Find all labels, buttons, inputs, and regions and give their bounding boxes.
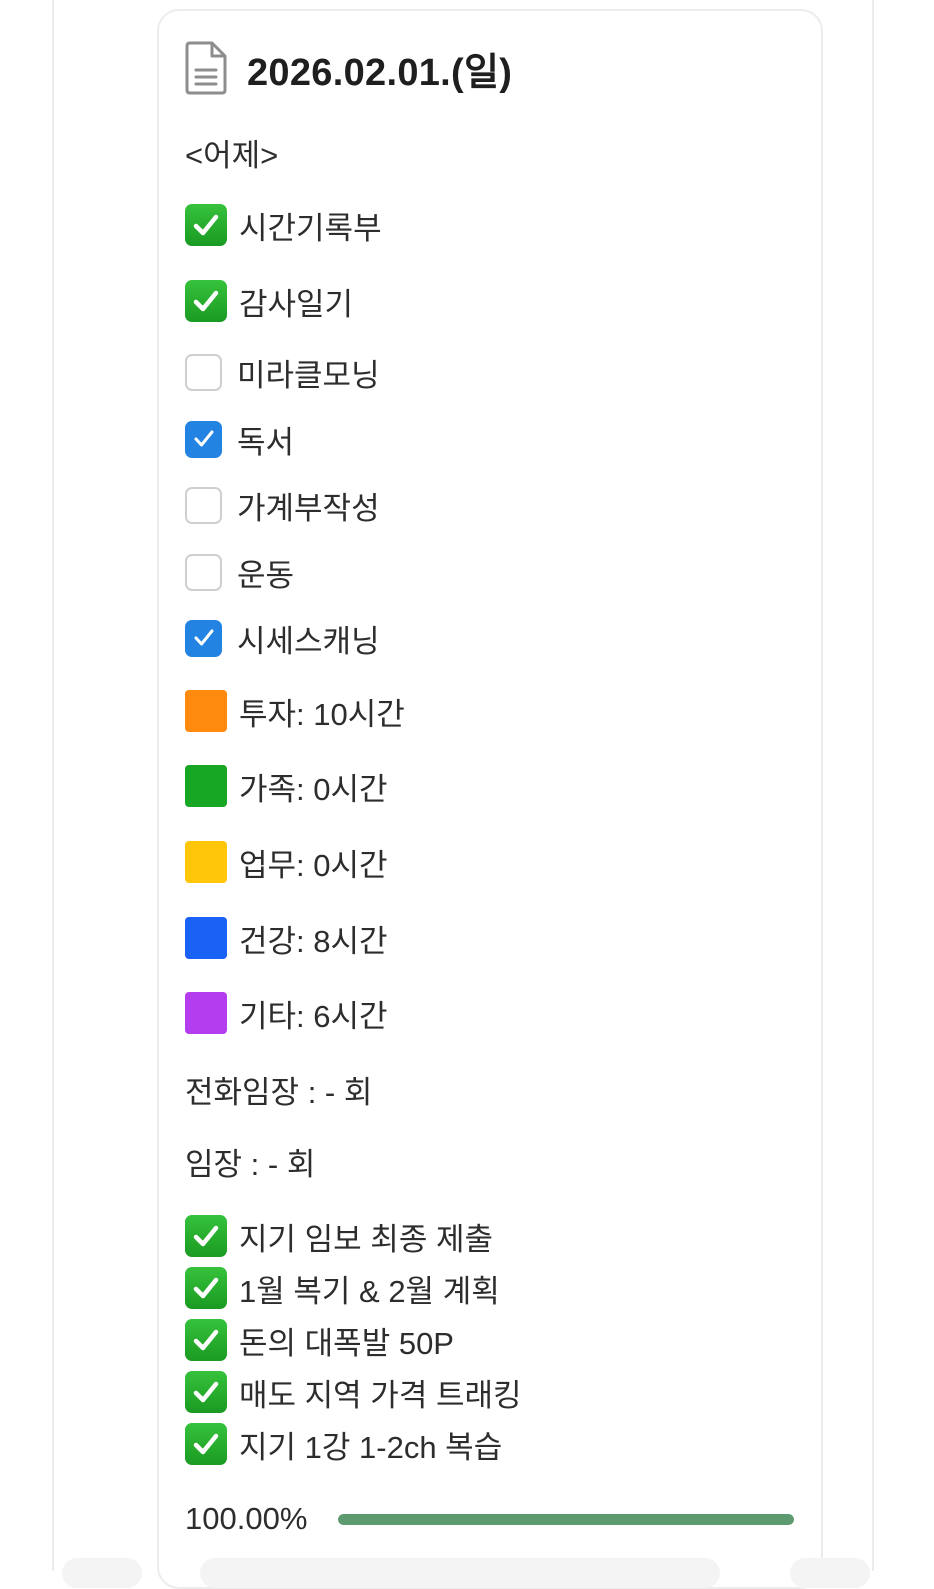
habit-item[interactable]: 미라클모닝 xyxy=(185,350,380,394)
habit-label: 미라클모닝 xyxy=(237,357,380,393)
next-card-peek xyxy=(200,1558,720,1588)
time-category-label: 건강: 8시간 xyxy=(239,923,388,959)
yellow-square-icon xyxy=(185,841,227,883)
check-mark-emoji-icon xyxy=(185,280,227,322)
next-card-peek xyxy=(790,1558,870,1588)
habit-item[interactable]: 시세스캐닝 xyxy=(185,616,380,660)
task-item[interactable]: 돈의 대폭발 50P xyxy=(185,1318,454,1362)
time-category: 가족: 0시간 xyxy=(185,764,388,808)
check-mark-emoji-icon xyxy=(185,204,227,246)
habit-label: 가계부작성 xyxy=(237,490,380,526)
task-label: 돈의 대폭발 50P xyxy=(239,1325,454,1361)
check-mark-emoji-icon xyxy=(185,1267,227,1309)
page: 2026.02.01.(일) <어제> 시간기록부 감사일기 미라클모닝 독서 … xyxy=(0,0,934,1589)
next-card-peek xyxy=(62,1558,142,1588)
left-divider xyxy=(52,0,54,1571)
checkbox-checked[interactable] xyxy=(185,420,222,458)
habit-label: 시간기록부 xyxy=(239,210,382,246)
checkbox-unchecked[interactable] xyxy=(185,553,222,591)
time-category-label: 업무: 0시간 xyxy=(239,847,388,883)
progress-bar-fill xyxy=(338,1513,794,1525)
habit-item[interactable]: 가계부작성 xyxy=(185,483,380,527)
green-square-icon xyxy=(185,765,227,807)
habit-item[interactable]: 시간기록부 xyxy=(185,203,382,247)
right-divider xyxy=(872,0,874,1571)
task-item[interactable]: 지기 임보 최종 제출 xyxy=(185,1214,493,1258)
progress-bar xyxy=(338,1513,794,1525)
orange-square-icon xyxy=(185,690,227,732)
check-mark-emoji-icon xyxy=(185,1319,227,1361)
check-mark-emoji-icon xyxy=(185,1215,227,1257)
blue-square-icon xyxy=(185,917,227,959)
progress-row: 100.00% xyxy=(185,1499,794,1539)
habit-item[interactable]: 운동 xyxy=(185,550,294,594)
task-item[interactable]: 매도 지역 가격 트래킹 xyxy=(185,1370,522,1414)
task-item[interactable]: 지기 1강 1-2ch 복습 xyxy=(185,1422,502,1466)
habit-label: 감사일기 xyxy=(239,286,354,322)
habit-label: 운동 xyxy=(237,557,295,593)
habit-label: 독서 xyxy=(237,424,295,460)
habit-label: 시세스캐닝 xyxy=(237,623,380,659)
task-label: 지기 1강 1-2ch 복습 xyxy=(239,1429,503,1465)
time-category-label: 가족: 0시간 xyxy=(239,771,388,807)
time-category-label: 투자: 10시간 xyxy=(239,696,405,732)
check-mark-emoji-icon xyxy=(185,1423,227,1465)
section-label: <어제> xyxy=(185,138,279,173)
check-mark-emoji-icon xyxy=(185,1371,227,1413)
time-category: 건강: 8시간 xyxy=(185,916,388,960)
progress-label: 100.00% xyxy=(185,1501,308,1536)
phone-visit-count: 전화임장 : - 회 xyxy=(185,1075,373,1110)
task-label: 매도 지역 가격 트래킹 xyxy=(239,1377,522,1413)
time-category: 업무: 0시간 xyxy=(185,840,388,884)
habit-item[interactable]: 감사일기 xyxy=(185,279,353,323)
time-category-label: 기타: 6시간 xyxy=(239,998,388,1034)
checkbox-unchecked[interactable] xyxy=(185,353,222,391)
checkbox-checked[interactable] xyxy=(185,619,222,657)
time-category: 투자: 10시간 xyxy=(185,689,405,733)
card-header: 2026.02.01.(일) xyxy=(185,40,512,96)
task-label: 지기 임보 최종 제출 xyxy=(239,1221,493,1257)
page-title[interactable]: 2026.02.01.(일) xyxy=(247,41,512,96)
checkbox-unchecked[interactable] xyxy=(185,486,222,524)
time-category: 기타: 6시간 xyxy=(185,991,388,1035)
document-icon xyxy=(185,41,227,95)
purple-square-icon xyxy=(185,992,227,1034)
habit-item[interactable]: 독서 xyxy=(185,417,294,461)
task-item[interactable]: 1월 복기 & 2월 계획 xyxy=(185,1266,500,1310)
visit-count: 임장 : - 회 xyxy=(185,1147,316,1182)
task-label: 1월 복기 & 2월 계획 xyxy=(239,1273,500,1309)
